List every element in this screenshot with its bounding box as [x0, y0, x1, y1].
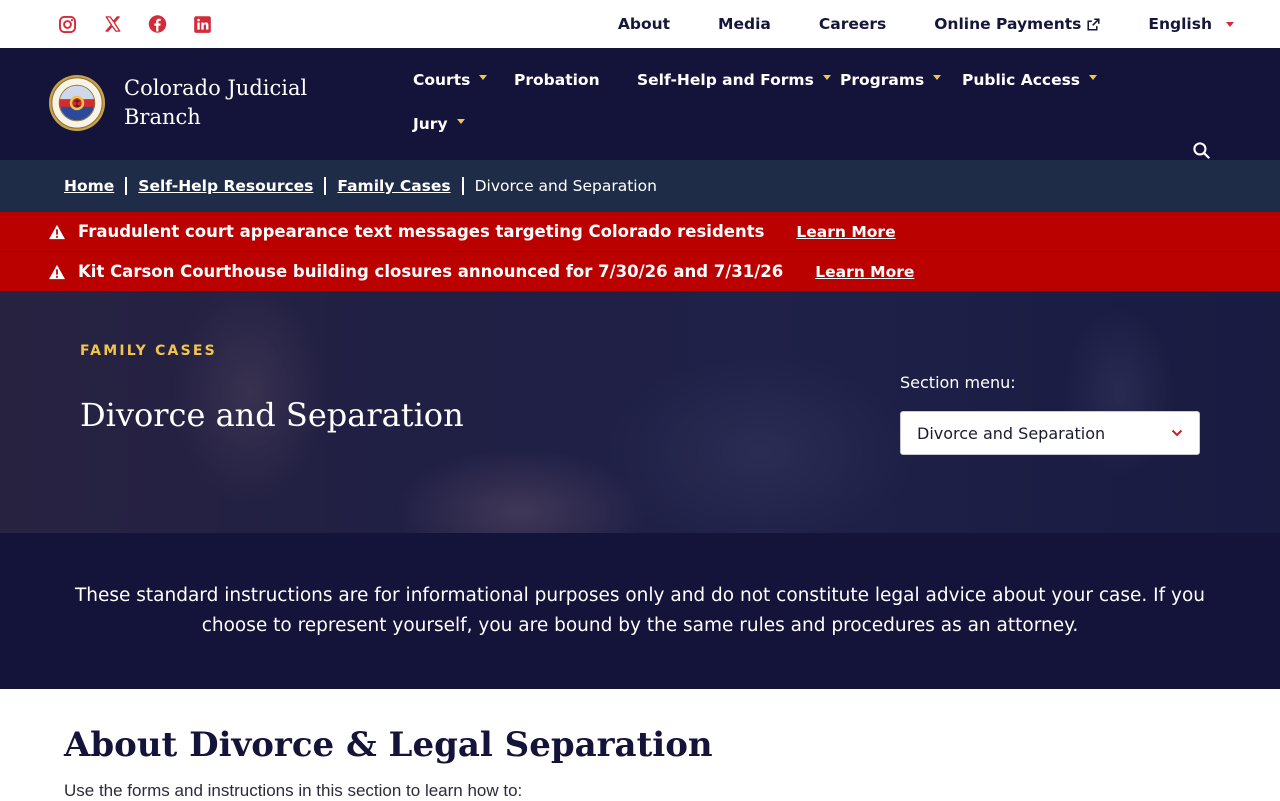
caret-down-icon	[456, 118, 465, 124]
main-header: Colorado Judicial Branch Courts Probatio…	[0, 48, 1280, 160]
facebook-icon[interactable]	[148, 15, 167, 34]
nav-jury[interactable]: Jury	[413, 114, 465, 134]
utility-bar: About Media Careers Online Payments Engl…	[0, 0, 1280, 48]
section-heading: About Divorce & Legal Separation	[64, 725, 713, 765]
nav-self-help[interactable]: Self-Help and Forms	[637, 70, 831, 90]
warning-icon	[48, 264, 66, 280]
media-link[interactable]: Media	[718, 15, 771, 33]
linkedin-icon[interactable]	[193, 15, 212, 34]
colorado-courts-seal-icon	[48, 74, 106, 132]
section-menu-label: Section menu:	[900, 373, 1016, 392]
breadcrumb-family-cases[interactable]: Family Cases	[337, 177, 450, 195]
caret-down-icon	[822, 74, 831, 80]
breadcrumb-current: Divorce and Separation	[474, 177, 657, 195]
disclaimer-text: These standard instructions are for info…	[74, 585, 1206, 636]
nav-programs[interactable]: Programs	[840, 70, 942, 90]
x-icon[interactable]	[103, 15, 122, 34]
chevron-down-icon	[1171, 429, 1183, 437]
nav-self-help-label: Self-Help and Forms	[637, 71, 814, 89]
nav-courts-label: Courts	[413, 71, 471, 89]
about-label: About	[617, 15, 671, 33]
brand-home-link[interactable]: Colorado Judicial Branch	[48, 74, 324, 132]
section-menu-value: Divorce and Separation	[917, 423, 1106, 443]
alert-message: Fraudulent court appearance text message…	[78, 222, 765, 241]
hero-banner: FAMILY CASES Divorce and Separation Sect…	[0, 292, 1280, 533]
warning-icon	[48, 224, 66, 240]
search-icon	[1193, 142, 1210, 159]
nav-probation[interactable]: Probation	[514, 70, 600, 90]
hero-eyebrow: FAMILY CASES	[80, 343, 217, 359]
breadcrumb-home[interactable]: Home	[64, 177, 114, 195]
nav-public-access-label: Public Access	[962, 71, 1081, 89]
page-title: Divorce and Separation	[80, 396, 464, 434]
nav-probation-label: Probation	[514, 71, 600, 89]
breadcrumb-separator	[461, 177, 464, 195]
online-payments-label: Online Payments	[934, 15, 1082, 33]
caret-down-icon	[479, 74, 488, 80]
section-intro: Use the forms and instructions in this s…	[64, 781, 523, 800]
breadcrumb-self-help-resources[interactable]: Self-Help Resources	[138, 177, 313, 195]
alert-learn-more-link[interactable]: Learn More	[796, 223, 895, 241]
social-links	[58, 15, 238, 34]
search-button[interactable]	[1192, 141, 1212, 165]
utility-nav: About Media Careers Online Payments Engl…	[618, 15, 1234, 33]
instagram-icon[interactable]	[58, 15, 77, 34]
about-link[interactable]: About	[618, 15, 670, 33]
external-link-icon	[1087, 17, 1100, 31]
language-label: English	[1148, 15, 1212, 33]
disclaimer-section: These standard instructions are for info…	[0, 533, 1280, 689]
alert-learn-more-link[interactable]: Learn More	[815, 263, 914, 281]
caret-down-icon	[1226, 21, 1234, 27]
careers-link[interactable]: Careers	[819, 15, 886, 33]
nav-programs-label: Programs	[840, 71, 925, 89]
alert-banner: Fraudulent court appearance text message…	[0, 212, 1280, 252]
nav-jury-label: Jury	[413, 115, 448, 133]
breadcrumb-separator	[125, 177, 128, 195]
language-selector[interactable]: English	[1148, 15, 1234, 33]
main-content: About Divorce & Legal Separation Use the…	[0, 689, 1280, 801]
media-label: Media	[718, 15, 771, 33]
alert-banner: Kit Carson Courthouse building closures …	[0, 252, 1280, 292]
breadcrumb: Home Self-Help Resources Family Cases Di…	[0, 160, 1280, 212]
caret-down-icon	[933, 74, 942, 80]
nav-courts[interactable]: Courts	[413, 70, 488, 90]
careers-label: Careers	[818, 15, 887, 33]
nav-public-access[interactable]: Public Access	[962, 70, 1098, 90]
section-menu-select[interactable]: Divorce and Separation	[900, 411, 1200, 455]
breadcrumb-separator	[324, 177, 327, 195]
caret-down-icon	[1089, 74, 1098, 80]
online-payments-link[interactable]: Online Payments	[934, 15, 1100, 33]
brand-name: Colorado Judicial Branch	[124, 76, 308, 129]
alert-message: Kit Carson Courthouse building closures …	[78, 262, 784, 281]
